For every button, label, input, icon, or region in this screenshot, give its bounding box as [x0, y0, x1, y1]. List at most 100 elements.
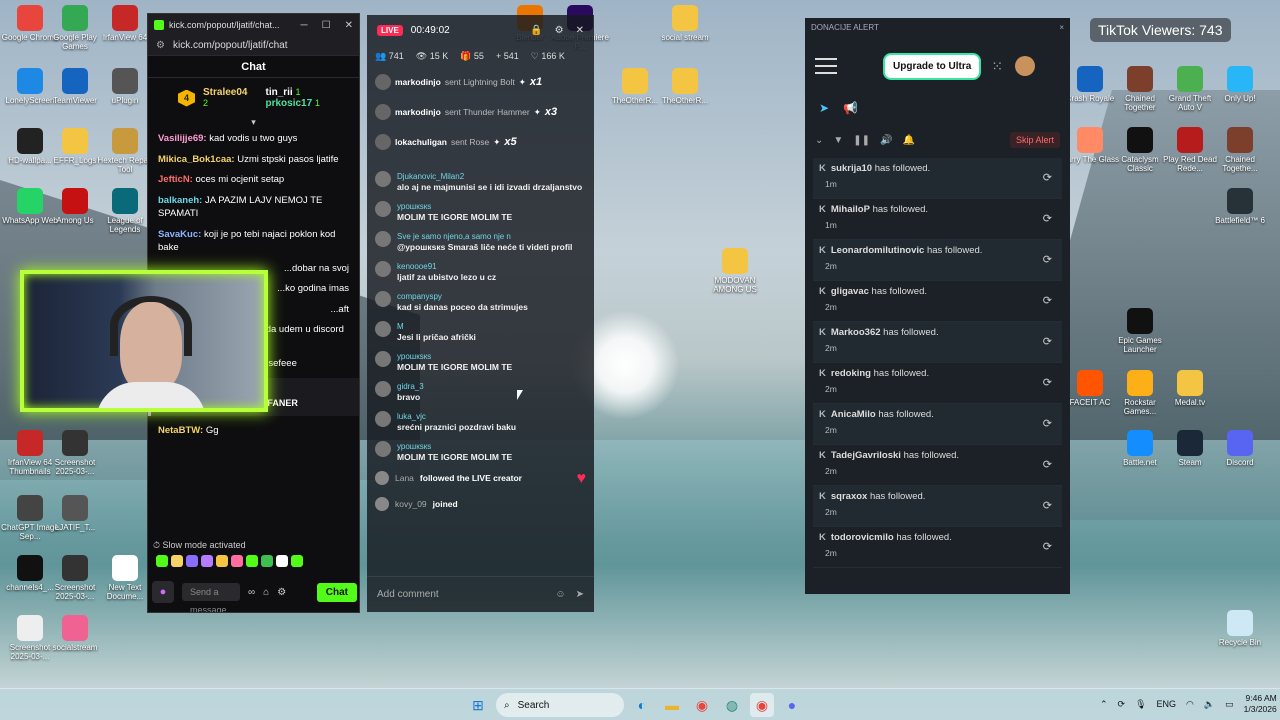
desktop-shortcut[interactable]: Chained Togethe...: [1210, 127, 1270, 173]
emote-icon[interactable]: [201, 555, 213, 567]
wifi-icon[interactable]: ◠: [1186, 699, 1194, 710]
message-input[interactable]: Send a message: [182, 583, 240, 612]
replay-icon[interactable]: ⟳: [1043, 253, 1052, 266]
language-indicator[interactable]: ENG: [1157, 699, 1177, 709]
desktop-shortcut[interactable]: Epic Games Launcher: [1110, 308, 1170, 354]
emote-icon[interactable]: [291, 555, 303, 567]
site-info-icon[interactable]: ⚙: [156, 40, 165, 51]
follow-alert-row[interactable]: K MihailoP has followed. 1m ⟳: [813, 199, 1062, 240]
windows-start-icon[interactable]: ⊞: [466, 693, 490, 717]
microphone-icon[interactable]: ●: [152, 581, 174, 603]
follow-alert-row[interactable]: Ksukrija10 has followed. 1m ⟳: [813, 158, 1062, 199]
emote-picker-icon[interactable]: ∞: [248, 587, 255, 598]
lock-icon[interactable]: 🔒: [530, 25, 542, 36]
replay-icon[interactable]: ⟳: [1043, 499, 1052, 512]
comment-username[interactable]: Sve je samo njeno,a samo nje n: [397, 232, 511, 241]
desktop-shortcut[interactable]: MODOVAN AMONG US: [705, 248, 765, 294]
file-explorer-icon[interactable]: ▬: [660, 693, 684, 717]
emote-icon[interactable]: [171, 555, 183, 567]
collapse-icon[interactable]: ⌄: [815, 135, 823, 146]
replay-icon[interactable]: ⟳: [1043, 171, 1052, 184]
event-username[interactable]: Lana: [395, 473, 414, 484]
address-bar[interactable]: ⚙ kick.com/popout/ljatif/chat: [148, 36, 359, 56]
store-icon[interactable]: ⌂: [263, 587, 269, 598]
comment-username[interactable]: Djukanovic_Milan2: [397, 172, 464, 181]
comment-input[interactable]: Add comment: [377, 589, 439, 600]
follow-alert-row[interactable]: Kgligavac has followed. 2m ⟳: [813, 281, 1062, 322]
gifter-two-name[interactable]: tin_rii: [265, 87, 292, 98]
taskbar-search[interactable]: ⌕ Search: [496, 693, 624, 717]
comment-username[interactable]: урошкsкs: [397, 352, 431, 361]
globe-app-icon[interactable]: ◍: [720, 693, 744, 717]
desktop-shortcut[interactable]: Only Up!: [1210, 66, 1270, 103]
desktop-shortcut[interactable]: Battlefield™ 6: [1210, 188, 1270, 225]
close-icon[interactable]: ×: [1059, 23, 1064, 33]
close-icon[interactable]: ✕: [345, 20, 353, 31]
avatar[interactable]: [375, 171, 391, 187]
gifter-three-name[interactable]: prkosic17: [265, 98, 312, 109]
desktop-shortcut[interactable]: socialstream: [45, 615, 105, 652]
avatar[interactable]: [1015, 56, 1036, 76]
mic-icon[interactable]: 🎙: [1135, 699, 1146, 710]
gifter-name[interactable]: markodinjo: [395, 77, 441, 87]
desktop-shortcut[interactable]: Medal.tv: [1160, 370, 1220, 407]
avatar[interactable]: [375, 351, 391, 367]
chat-username[interactable]: Vasilijje69:: [158, 133, 207, 144]
sync-icon[interactable]: ⟳: [1118, 699, 1126, 710]
settings-gear-icon[interactable]: ⚙: [277, 587, 286, 598]
avatar[interactable]: [375, 321, 391, 337]
send-tab-icon[interactable]: ➤: [819, 101, 829, 115]
comment-username[interactable]: M: [397, 322, 404, 331]
emoji-icon[interactable]: ☺: [555, 589, 565, 600]
avatar[interactable]: [375, 291, 391, 307]
chat-username[interactable]: JefticN:: [158, 174, 193, 185]
comment-username[interactable]: companyspy: [397, 292, 442, 301]
maximize-icon[interactable]: ☐: [322, 20, 331, 31]
settings-icon[interactable]: ⚙: [555, 25, 564, 36]
emote-icon[interactable]: [156, 555, 168, 567]
desktop-shortcut[interactable]: social stream: [655, 5, 715, 42]
megaphone-tab-icon[interactable]: 📢: [843, 101, 858, 115]
avatar[interactable]: [375, 381, 391, 397]
apps-grid-icon[interactable]: ⁙: [991, 58, 1003, 75]
follow-alert-row[interactable]: K Markoo362 has followed. 2m ⟳: [813, 322, 1062, 363]
comment-username[interactable]: урошкsкs: [397, 202, 431, 211]
desktop-shortcut[interactable]: uPlugin: [95, 68, 155, 105]
avatar[interactable]: [375, 261, 391, 277]
desktop-shortcut[interactable]: Recycle Bin: [1210, 610, 1270, 647]
replay-icon[interactable]: ⟳: [1043, 417, 1052, 430]
desktop-shortcut[interactable]: LJATIF_T...: [45, 495, 105, 532]
emote-icon[interactable]: [186, 555, 198, 567]
top-gifter-name[interactable]: Stralee04: [203, 87, 247, 98]
upgrade-button[interactable]: Upgrade to Ultra: [885, 54, 980, 78]
close-icon[interactable]: ✕: [576, 25, 584, 36]
follow-alert-row[interactable]: Kredoking has followed. 2m ⟳: [813, 363, 1062, 404]
follow-alert-row[interactable]: K AnicaMilo has followed. 2m ⟳: [813, 404, 1062, 445]
desktop-shortcut[interactable]: New Text Docume...: [95, 555, 155, 601]
pause-icon[interactable]: ❚❚: [853, 135, 870, 146]
emote-icon[interactable]: [276, 555, 288, 567]
comment-username[interactable]: gidra_3: [397, 382, 424, 391]
follow-alert-row[interactable]: K Leonardomilutinovic has followed. 2m ⟳: [813, 240, 1062, 281]
follow-alert-row[interactable]: Ksqraxox has followed. 2m ⟳: [813, 486, 1062, 527]
avatar[interactable]: [375, 441, 391, 457]
clock[interactable]: 9:46 AM 1/3/2026: [1244, 693, 1277, 715]
gifter-name[interactable]: lokachuligan: [395, 137, 447, 147]
desktop-shortcut[interactable]: Discord: [1210, 430, 1270, 467]
skip-alert-button[interactable]: Skip Alert: [1009, 132, 1060, 148]
chrome-active-icon[interactable]: ◉: [750, 693, 774, 717]
replay-icon[interactable]: ⟳: [1043, 212, 1052, 225]
hamburger-menu-icon[interactable]: [815, 53, 837, 79]
emote-icon[interactable]: [246, 555, 258, 567]
chat-username[interactable]: balkaneh:: [158, 195, 202, 206]
follow-alert-row[interactable]: K TadejGavriloski has followed. 2m ⟳: [813, 445, 1062, 486]
chat-username[interactable]: Mikica_Bok1caa:: [158, 154, 235, 165]
battery-icon[interactable]: ▭: [1225, 699, 1234, 710]
avatar[interactable]: [375, 201, 391, 217]
discord-icon[interactable]: ●: [780, 693, 804, 717]
chrome-icon[interactable]: ◉: [690, 693, 714, 717]
chat-username[interactable]: NetaBTW:: [158, 425, 203, 436]
comment-username[interactable]: урошкsкs: [397, 442, 431, 451]
desktop-shortcut[interactable]: IrfanView 64: [95, 5, 155, 42]
replay-icon[interactable]: ⟳: [1043, 458, 1052, 471]
